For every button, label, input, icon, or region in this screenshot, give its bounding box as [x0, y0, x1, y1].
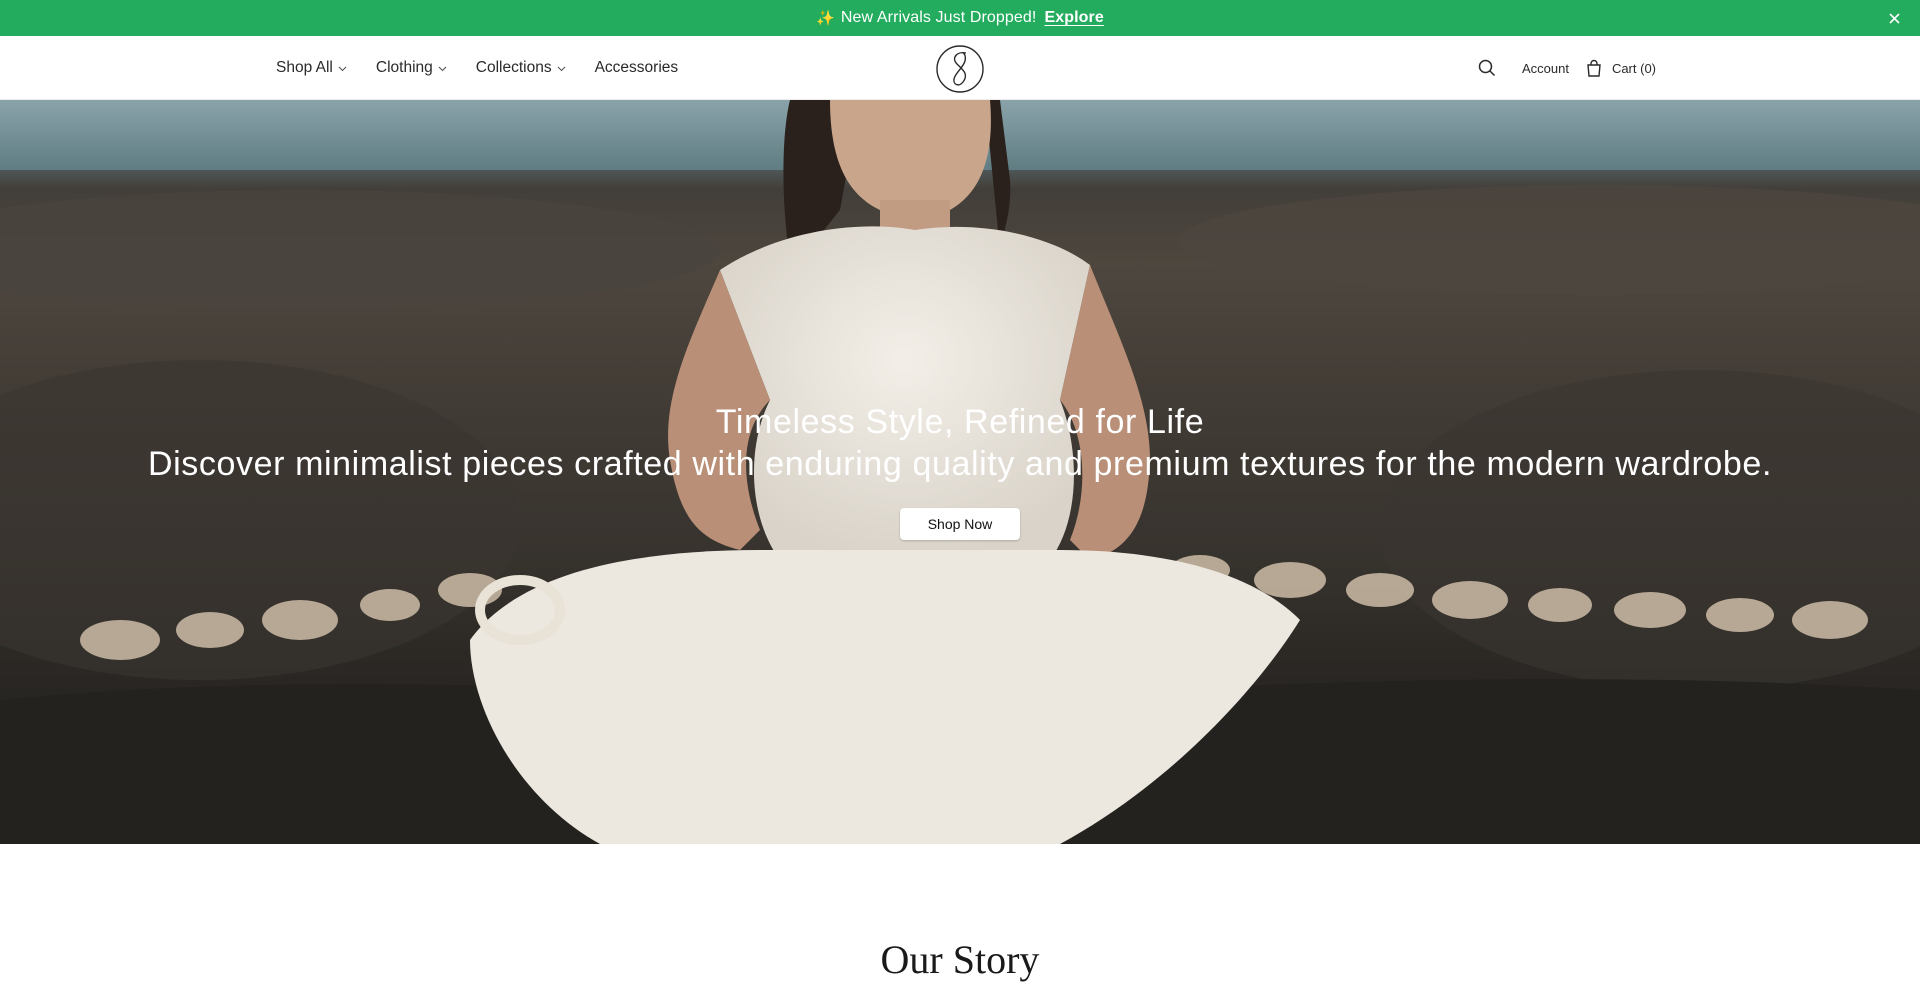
hero-banner: Timeless Style, Refined for Life Discove…	[0, 100, 1920, 844]
chevron-down-icon	[338, 64, 347, 73]
explore-link[interactable]: Explore	[1044, 9, 1103, 27]
nav-item-clothing[interactable]: Clothing	[376, 59, 447, 77]
account-link[interactable]: Account	[1522, 61, 1569, 76]
shop-now-button[interactable]: Shop Now	[900, 508, 1020, 540]
nav-item-label: Accessories	[594, 59, 679, 76]
nav-item-label: Collections	[475, 59, 552, 76]
nav-item-collections[interactable]: Collections	[476, 59, 566, 77]
shopping-bag-icon	[1586, 59, 1602, 77]
close-icon[interactable]	[1884, 8, 1904, 28]
our-story-heading: Our Story	[880, 937, 1040, 982]
nav-item-label: Shop All	[276, 59, 333, 76]
main-nav: Shop All Clothing Collections Accessorie…	[276, 36, 707, 100]
hero-title: Timeless Style, Refined for Life	[715, 403, 1205, 441]
announcement-text: New Arrivals Just Dropped!	[840, 9, 1037, 26]
chevron-down-icon	[438, 64, 447, 73]
header-tools: Account Cart (0)	[1476, 36, 1656, 100]
nav-item-accessories[interactable]: Accessories	[595, 59, 679, 77]
brand-logo[interactable]	[935, 44, 985, 94]
cart-label: Cart (0)	[1611, 60, 1656, 76]
site-header: Shop All Clothing Collections Accessorie…	[0, 36, 1920, 100]
hero-subtitle: Discover minimalist pieces crafted with …	[147, 445, 1772, 483]
sparkle-icon: ✨	[816, 10, 835, 27]
announcement-bar: ✨ New Arrivals Just Dropped! Explore	[0, 0, 1920, 36]
cart-button[interactable]: Cart (0)	[1586, 59, 1656, 77]
nav-item-shop-all[interactable]: Shop All	[276, 59, 347, 77]
nav-item-label: Clothing	[375, 59, 433, 76]
search-icon[interactable]	[1476, 57, 1498, 79]
chevron-down-icon	[557, 64, 566, 73]
hero-text: Timeless Style, Refined for Life Discove…	[0, 400, 1920, 484]
